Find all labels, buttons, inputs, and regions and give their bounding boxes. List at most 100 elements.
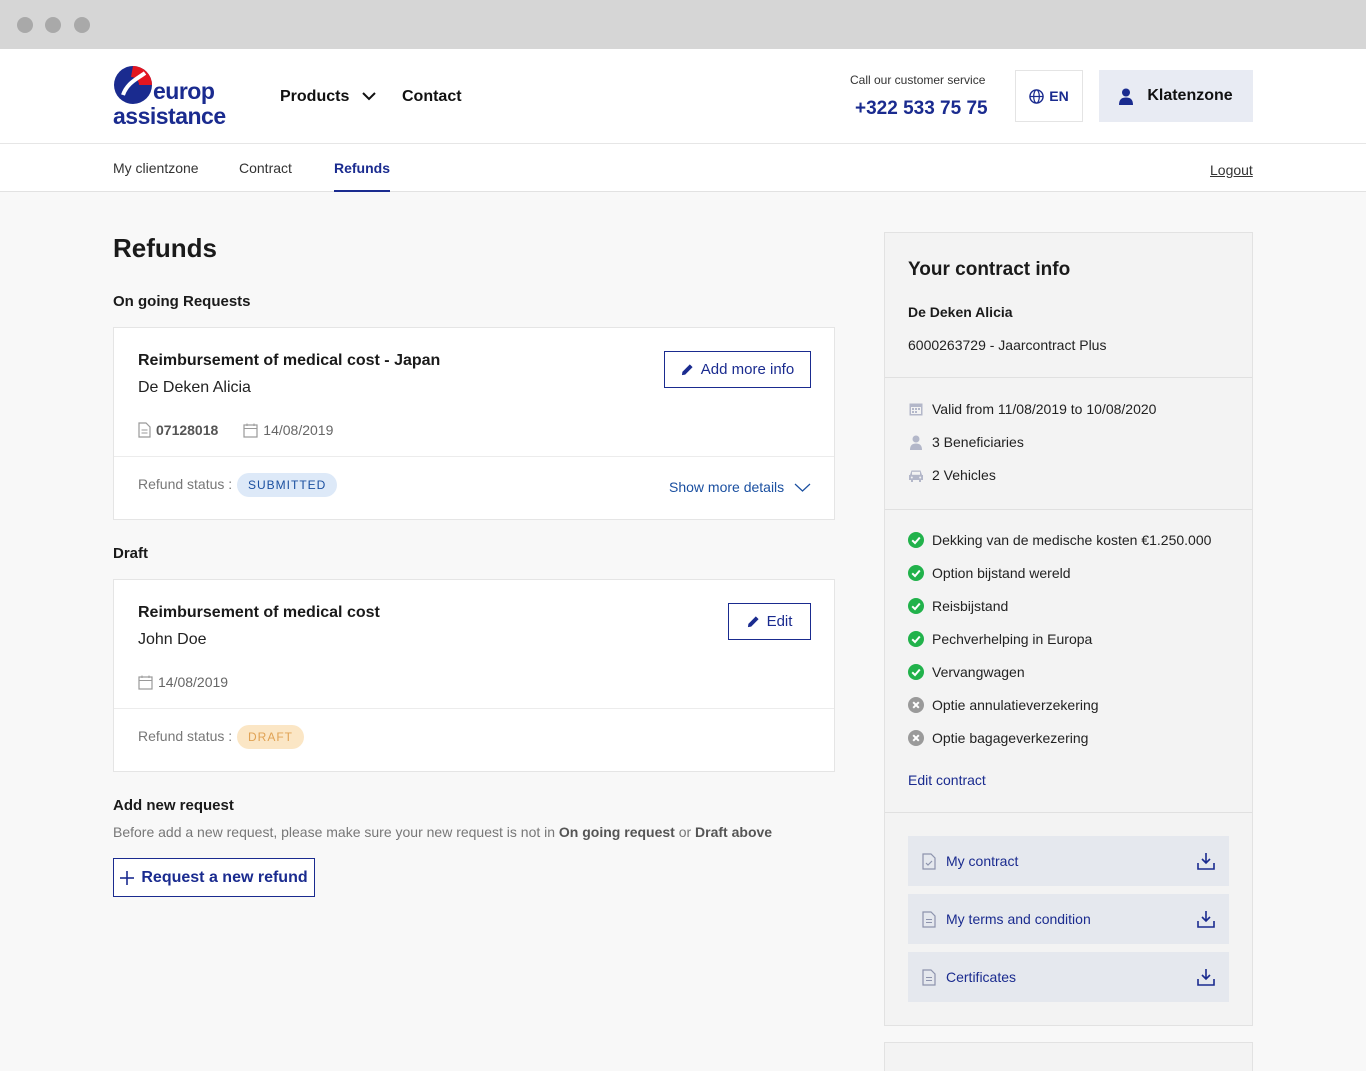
coverage-item: Dekking van de medische kosten €1.250.00… — [908, 532, 1211, 548]
calendar-icon — [909, 403, 923, 416]
language-button[interactable]: EN — [1015, 70, 1083, 122]
edit-label: Edit — [766, 613, 793, 630]
logo-mark-icon — [114, 66, 152, 104]
terms-download[interactable]: My terms and condition — [908, 894, 1229, 944]
card-divider — [114, 708, 834, 709]
tab-contract[interactable]: Contract — [239, 160, 292, 176]
coverage-text: Pechverhelping in Europa — [932, 631, 1093, 647]
document-label: Certificates — [946, 969, 1017, 985]
nav-products-label: Products — [280, 88, 350, 105]
add-more-info-button[interactable]: Add more info — [664, 351, 811, 388]
coverage-item: Vervangwagen — [908, 664, 1025, 680]
check-circle-icon — [908, 631, 924, 647]
check-circle-icon — [908, 664, 924, 680]
brand-logo[interactable]: europ assistance — [113, 65, 226, 129]
window-maximize-dot[interactable] — [74, 17, 90, 33]
service-phone-link[interactable]: +322 533 75 75 — [855, 98, 988, 120]
page-title: Refunds — [113, 233, 217, 263]
refund-status-label: Refund status : — [138, 476, 233, 492]
plus-icon — [120, 870, 135, 885]
contract-info-title: Your contract info — [908, 259, 1071, 280]
chevron-down-icon — [794, 483, 811, 492]
add-more-info-label: Add more info — [700, 361, 795, 378]
status-badge: DRAFT — [237, 725, 304, 749]
section-divider — [885, 812, 1252, 813]
add-request-description: Before add a new request, please make su… — [113, 824, 772, 840]
document-label: My terms and condition — [946, 911, 1091, 927]
coverage-item: Optie annulatieverzekering — [908, 697, 1099, 713]
validity-row: Valid from 11/08/2019 to 10/08/2020 — [908, 401, 1156, 417]
status-badge: SUBMITTED — [237, 473, 338, 497]
car-icon — [909, 470, 923, 482]
request-meta: 14/08/2019 — [138, 674, 228, 690]
beneficiaries-text: 3 Beneficiaries — [932, 434, 1024, 450]
download-icon — [1197, 969, 1215, 986]
coverage-text: Option bijstand wereld — [932, 565, 1071, 581]
tab-refunds[interactable]: Refunds — [334, 160, 390, 192]
nav-contact[interactable]: Contact — [402, 88, 462, 106]
document-icon — [922, 968, 936, 986]
coverage-text: Optie bagageverkezering — [932, 730, 1089, 746]
coverage-item: Option bijstand wereld — [908, 565, 1071, 581]
ongoing-request-card: Reimbursement of medical cost - Japan De… — [113, 327, 835, 520]
sub-navigation: My clientzone Contract Refunds Logout — [0, 144, 1366, 192]
add-desc-draft: Draft above — [695, 824, 773, 840]
coverage-text: Dekking van de medische kosten €1.250.00… — [932, 532, 1212, 548]
refund-status-label: Refund status : — [138, 728, 233, 744]
request-date: 14/08/2019 — [263, 422, 334, 438]
edit-contract-link[interactable]: Edit contract — [908, 772, 986, 788]
cross-circle-icon — [908, 730, 924, 746]
user-icon — [1119, 88, 1134, 105]
coverage-text: Reisbijstand — [932, 598, 1009, 614]
request-new-refund-button[interactable]: Request a new refund — [113, 858, 315, 897]
check-circle-icon — [908, 532, 924, 548]
add-request-title: Add new request — [113, 797, 234, 814]
site-header: europ assistance Products Contact Call o… — [0, 49, 1366, 144]
logout-link[interactable]: Logout — [1210, 162, 1253, 178]
certificates-download[interactable]: Certificates — [908, 952, 1229, 1002]
document-icon — [922, 852, 936, 870]
coverage-item: Optie bagageverkezering — [908, 730, 1088, 746]
coverage-item: Pechverhelping in Europa — [908, 631, 1092, 647]
validity-text: Valid from 11/08/2019 to 10/08/2020 — [932, 401, 1157, 417]
show-more-details-link[interactable]: Show more details — [669, 479, 811, 495]
globe-icon — [1029, 88, 1045, 104]
show-more-details-label: Show more details — [669, 479, 785, 495]
add-desc-ongoing: On going request — [558, 824, 675, 840]
nav-products[interactable]: Products — [280, 88, 376, 106]
vehicles-row: 2 Vehicles — [908, 467, 996, 483]
request-person: De Deken Alicia — [138, 379, 251, 396]
edit-button[interactable]: Edit — [728, 603, 811, 640]
document-icon — [922, 910, 936, 928]
add-desc-prefix: Before add a new request, please make su… — [113, 824, 559, 840]
check-circle-icon — [908, 598, 924, 614]
pencil-icon — [747, 616, 759, 628]
download-icon — [1197, 911, 1215, 928]
draft-section-title: Draft — [113, 545, 149, 562]
section-divider — [885, 377, 1252, 378]
ongoing-section-title: On going Requests — [113, 293, 251, 310]
nav-contact-label: Contact — [402, 88, 462, 105]
request-title: Reimbursement of medical cost — [138, 604, 380, 621]
tab-my-clientzone[interactable]: My clientzone — [113, 160, 199, 176]
request-date: 14/08/2019 — [158, 674, 229, 690]
contract-number: 6000263729 - Jaarcontract Plus — [908, 337, 1107, 353]
window-minimize-dot[interactable] — [45, 17, 61, 33]
window-close-dot[interactable] — [17, 17, 33, 33]
request-reference: 07128018 — [156, 422, 219, 438]
check-circle-icon — [908, 565, 924, 581]
chevron-down-icon — [362, 92, 376, 101]
logo-text-top: europ — [153, 78, 215, 104]
coverage-item: Reisbijstand — [908, 598, 1008, 614]
cross-circle-icon — [908, 697, 924, 713]
logo-text-bottom: assistance — [113, 103, 226, 129]
client-zone-button[interactable]: Klatenzone — [1099, 70, 1253, 122]
my-contract-download[interactable]: My contract — [908, 836, 1229, 886]
card-divider — [114, 456, 834, 457]
contract-holder: De Deken Alicia — [908, 304, 1013, 320]
document-label: My contract — [946, 853, 1019, 869]
calendar-icon — [243, 423, 258, 438]
client-zone-label: Klatenzone — [1147, 87, 1233, 104]
beneficiaries-row: 3 Beneficiaries — [908, 434, 1024, 450]
language-label: EN — [1049, 88, 1069, 104]
